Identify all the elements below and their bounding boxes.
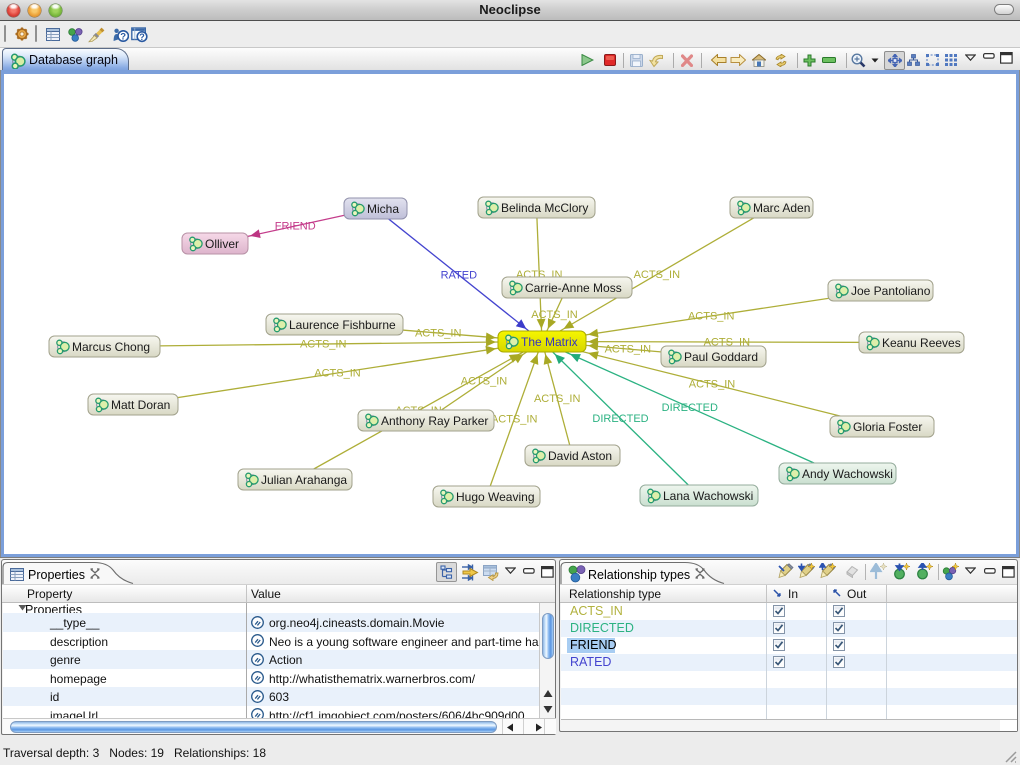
svg-text:ACTS_IN: ACTS_IN xyxy=(534,393,581,405)
svg-text:Olliver: Olliver xyxy=(205,237,239,251)
svg-text:Marc Aden: Marc Aden xyxy=(753,201,810,215)
svg-text:The Matrix: The Matrix xyxy=(521,335,578,349)
svg-text:ACTS_IN: ACTS_IN xyxy=(634,269,681,281)
svg-text:FRIEND: FRIEND xyxy=(275,221,316,233)
svg-text:Andy Wachowski: Andy Wachowski xyxy=(802,467,893,481)
svg-text:?: ? xyxy=(120,31,126,42)
svg-text:?: ? xyxy=(139,32,145,42)
svg-text:ACTS_IN: ACTS_IN xyxy=(314,368,361,380)
svg-text:ACTS_IN: ACTS_IN xyxy=(605,344,652,356)
svg-text:Matt Doran: Matt Doran xyxy=(111,398,170,412)
svg-text:ACTS_IN: ACTS_IN xyxy=(688,311,735,323)
svg-text:Gloria Foster: Gloria Foster xyxy=(853,420,922,434)
svg-text:Laurence Fishburne: Laurence Fishburne xyxy=(289,318,396,332)
svg-text:Joe Pantoliano: Joe Pantoliano xyxy=(851,284,931,298)
svg-text:Hugo Weaving: Hugo Weaving xyxy=(456,490,535,504)
svg-text:Lana Wachowski: Lana Wachowski xyxy=(663,489,753,503)
svg-text:Micha: Micha xyxy=(367,202,399,216)
svg-text:Paul Goddard: Paul Goddard xyxy=(684,350,758,364)
svg-text:ACTS_IN: ACTS_IN xyxy=(461,376,508,388)
svg-text:Carrie-Anne Moss: Carrie-Anne Moss xyxy=(525,281,622,295)
svg-text:Keanu Reeves: Keanu Reeves xyxy=(882,336,961,350)
svg-text:DIRECTED: DIRECTED xyxy=(592,413,648,425)
svg-text:Julian Arahanga: Julian Arahanga xyxy=(261,473,347,487)
svg-text:ACTS_IN: ACTS_IN xyxy=(415,328,462,340)
svg-text:ACTS_IN: ACTS_IN xyxy=(491,414,538,426)
svg-text:Marcus Chong: Marcus Chong xyxy=(72,340,150,354)
svg-text:ACTS_IN: ACTS_IN xyxy=(689,379,736,391)
svg-text:ACTS_IN: ACTS_IN xyxy=(300,339,347,351)
svg-text:David Aston: David Aston xyxy=(548,449,612,463)
svg-text:DIRECTED: DIRECTED xyxy=(662,402,718,414)
svg-text:Belinda McClory: Belinda McClory xyxy=(501,201,588,215)
svg-text:RATED: RATED xyxy=(441,270,478,282)
svg-text:Anthony Ray Parker: Anthony Ray Parker xyxy=(381,414,488,428)
